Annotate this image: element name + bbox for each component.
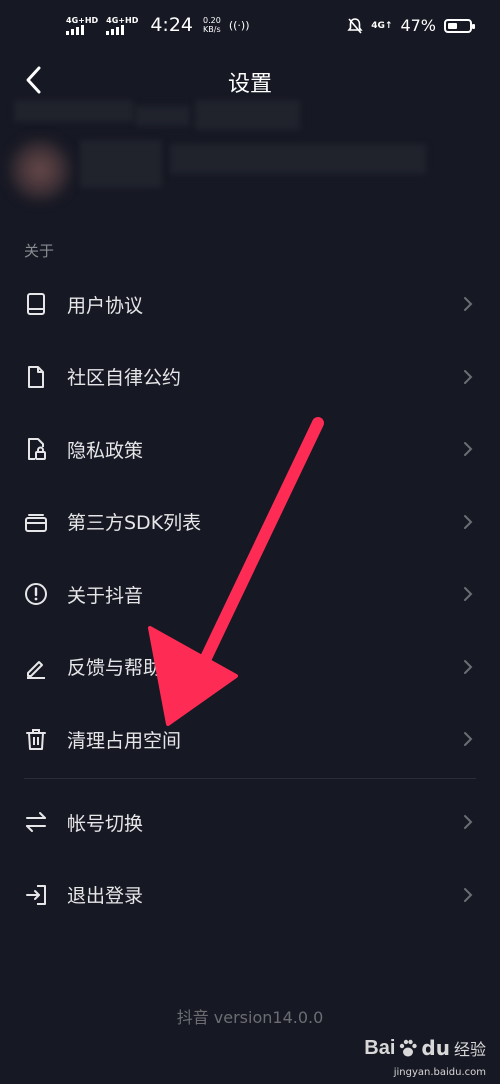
chevron-right-icon <box>464 887 473 902</box>
menu-item-clear-storage[interactable]: 清理占用空间 <box>0 703 500 776</box>
sim1-label: 4G+HD <box>66 15 99 25</box>
hotspot-icon: ((·)) <box>228 18 250 32</box>
divider <box>24 778 476 779</box>
paw-icon <box>400 1039 418 1057</box>
battery-percent: 47% <box>400 16 436 35</box>
blurred-block <box>80 140 162 188</box>
baidu-watermark: Bai du 经验 <box>364 1036 486 1060</box>
net-speed-value: 0.20 <box>203 16 221 25</box>
about-menu-list: 用户协议 社区自律公约 隐私政策 第三方SDK列表 关于抖音 反馈与帮助 清理占… <box>0 268 500 776</box>
menu-item-about-douyin[interactable]: 关于抖音 <box>0 558 500 631</box>
watermark-brand-cn: 经验 <box>453 1040 486 1059</box>
menu-item-label: 第三方SDK列表 <box>67 512 202 535</box>
menu-item-third-party-sdk[interactable]: 第三方SDK列表 <box>0 486 500 559</box>
section-label-about: 关于 <box>24 242 55 260</box>
chevron-right-icon <box>464 732 473 747</box>
blurred-block <box>14 100 134 122</box>
menu-item-privacy-policy[interactable]: 隐私政策 <box>0 413 500 486</box>
menu-item-logout[interactable]: 退出登录 <box>0 859 500 932</box>
account-menu-list: 帐号切换 退出登录 <box>0 786 500 931</box>
avatar <box>10 140 70 200</box>
status-bar: 4G+HD 4G+HD 4:24 0.20 KB/s ((·)) 4G↑ 47% <box>0 0 500 56</box>
watermark-brand-a: Bai <box>364 1036 396 1059</box>
book-icon <box>27 293 45 316</box>
menu-item-label: 反馈与帮助 <box>67 657 163 680</box>
watermark-brand-b: du <box>421 1036 450 1060</box>
watermark-url: jingyan.baidu.com <box>393 1067 486 1078</box>
app-version: 抖音 version14.0.0 <box>176 1008 324 1027</box>
net-speed: 0.20 KB/s <box>203 16 221 34</box>
trash-icon <box>26 729 46 751</box>
switch-arrows-icon <box>26 812 46 833</box>
menu-item-switch-account[interactable]: 帐号切换 <box>0 786 500 859</box>
net-speed-unit: KB/s <box>203 25 221 34</box>
chevron-right-icon <box>464 297 473 312</box>
network-type: 4G↑ <box>371 20 393 31</box>
menu-item-label: 关于抖音 <box>67 584 144 607</box>
settings-screen: 4G+HD 4G+HD 4:24 0.20 KB/s ((·)) 4G↑ 47% <box>0 0 500 1084</box>
menu-item-label: 社区自律公约 <box>67 367 182 390</box>
blurred-block <box>135 106 190 126</box>
menu-item-label: 帐号切换 <box>67 812 144 835</box>
sim1-signal: 4G+HD <box>66 16 98 35</box>
card-stack-icon <box>25 513 47 532</box>
edit-pen-icon <box>27 660 45 679</box>
privacy-lock-icon <box>28 438 46 461</box>
blurred-block <box>195 100 300 130</box>
menu-item-label: 清理占用空间 <box>67 729 182 752</box>
battery-level <box>448 22 457 29</box>
menu-item-label: 隐私政策 <box>67 439 144 462</box>
blurred-account-area <box>0 100 500 210</box>
logout-icon <box>26 884 46 905</box>
mute-bell-icon <box>347 17 363 34</box>
info-circle-icon <box>25 583 47 606</box>
chevron-right-icon <box>464 587 473 602</box>
menu-item-label: 用户协议 <box>67 294 144 317</box>
battery-icon <box>444 18 475 33</box>
nav-header: 设置 <box>0 56 500 106</box>
document-icon <box>28 365 44 388</box>
chevron-right-icon <box>464 369 473 384</box>
sim2-signal: 4G+HD <box>106 16 138 35</box>
page-title: 设置 <box>227 72 272 97</box>
menu-item-feedback-help[interactable]: 反馈与帮助 <box>0 631 500 704</box>
menu-item-user-agreement[interactable]: 用户协议 <box>0 268 500 341</box>
menu-item-community-guidelines[interactable]: 社区自律公约 <box>0 341 500 414</box>
signal-bars-icon <box>66 24 84 35</box>
blurred-block <box>170 144 426 174</box>
chevron-right-icon <box>464 514 473 529</box>
clock: 4:24 <box>150 14 194 36</box>
chevron-right-icon <box>464 442 473 457</box>
chevron-right-icon <box>464 815 473 830</box>
signal-bars-icon <box>106 24 125 35</box>
sim2-label: 4G+HD <box>106 15 139 25</box>
menu-item-label: 退出登录 <box>67 885 144 908</box>
chevron-right-icon <box>464 659 473 674</box>
